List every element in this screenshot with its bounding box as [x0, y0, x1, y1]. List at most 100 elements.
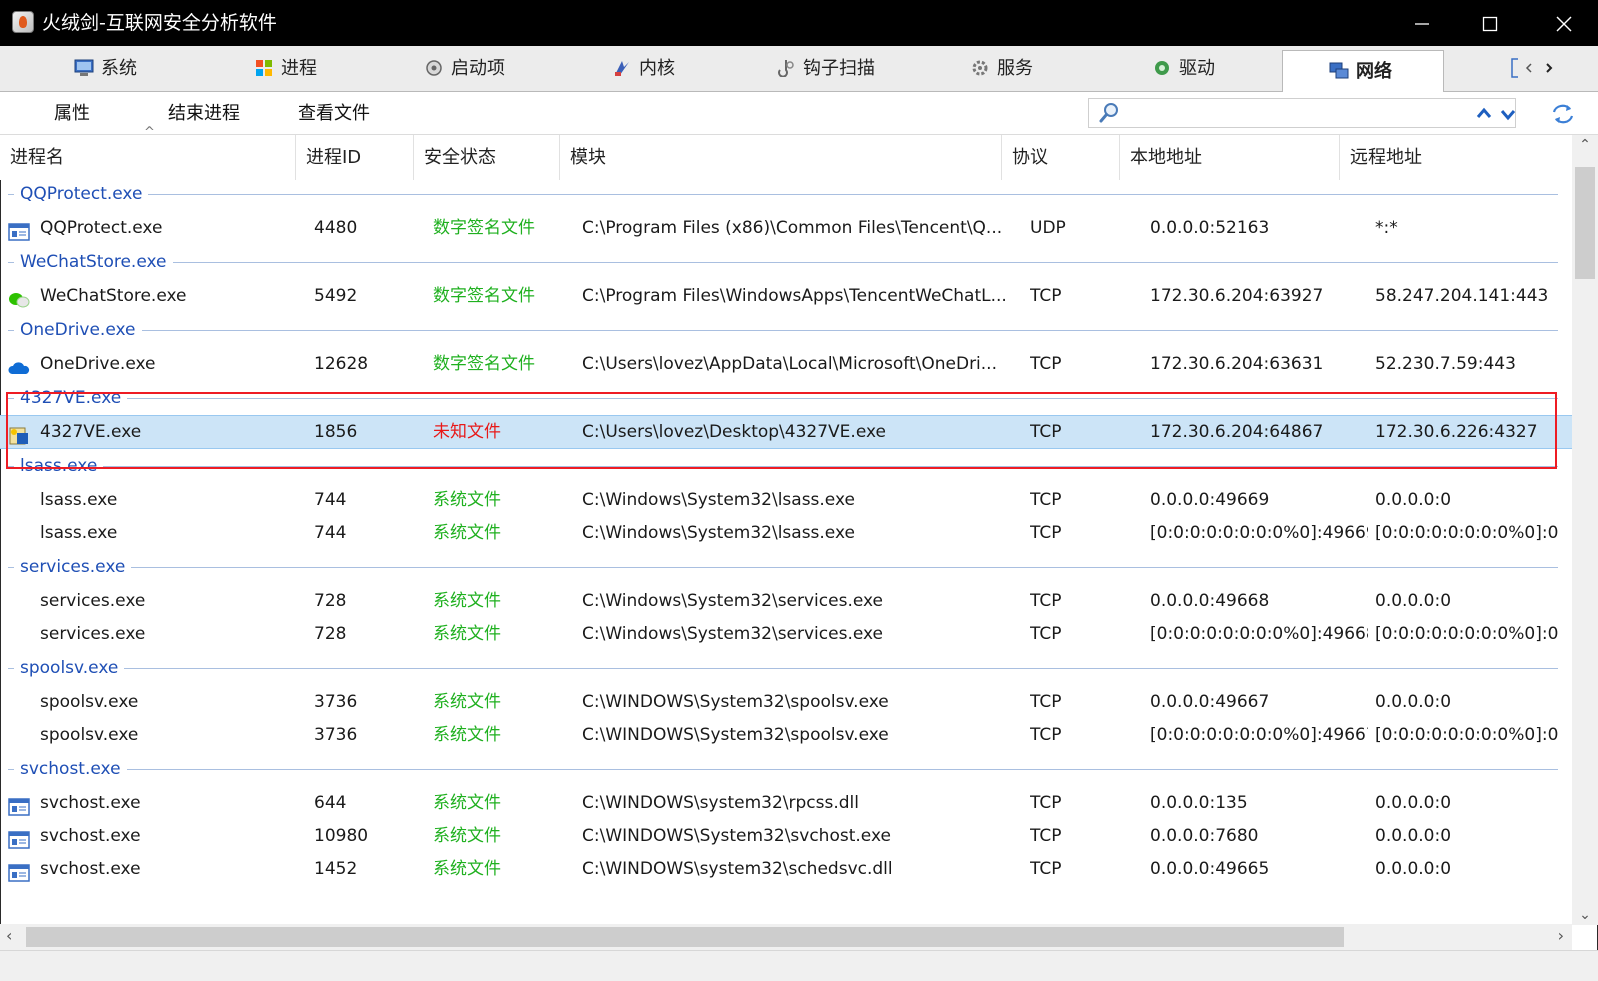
tab-scroll-right-button[interactable]: [1544, 57, 1554, 86]
group-label: QQProtect.exe: [14, 180, 149, 208]
column-header-process-name[interactable]: ^ 进程名: [0, 125, 296, 180]
cell-protocol: TCP: [1030, 354, 1062, 374]
column-header-remote-address[interactable]: 远程地址: [1340, 135, 1572, 180]
tab-drivers[interactable]: 驱动: [1152, 46, 1215, 92]
tab-system[interactable]: 系统: [74, 46, 137, 92]
search-next-button[interactable]: [1497, 103, 1519, 125]
main-tab-bar: 系统 进程 启动项 内核 钩子扫描 服务 驱动 网络: [0, 46, 1598, 92]
table-row[interactable]: lsass.exe 744 系统文件 C:\Windows\System32\lsas…: [0, 483, 1572, 517]
cell-protocol: TCP: [1030, 826, 1062, 846]
tab-label: 进程: [281, 58, 317, 79]
tab-startup[interactable]: 启动项: [424, 46, 505, 92]
close-button[interactable]: [1530, 0, 1598, 46]
cell-protocol: UDP: [1030, 218, 1066, 238]
group-header[interactable]: OneDrive.exe: [0, 316, 1572, 344]
group-header[interactable]: lsass.exe: [0, 452, 1572, 480]
tab-network[interactable]: 网络: [1282, 50, 1444, 92]
group-label: services.exe: [14, 553, 132, 581]
cell-local-address: 0.0.0.0:135: [1150, 793, 1248, 813]
tab-scroll-left-button[interactable]: [1524, 57, 1534, 86]
column-header-pid[interactable]: 进程ID: [296, 135, 414, 180]
search-prev-button[interactable]: [1473, 103, 1495, 125]
search-input[interactable]: [1127, 101, 1461, 127]
scroll-left-icon[interactable]: ‹: [6, 926, 12, 945]
service-icon: [972, 60, 988, 76]
process-icon: [256, 60, 272, 76]
cell-process-name: lsass.exe: [40, 523, 118, 543]
table-row[interactable]: lsass.exe 744 系统文件 C:\Windows\System32\lsas…: [0, 516, 1572, 550]
table-row[interactable]: svchost.exe 1452 系统文件 C:\WINDOWS\system32\s…: [0, 852, 1572, 886]
cell-process-name: svchost.exe: [40, 793, 141, 813]
tab-hook-scan[interactable]: 钩子扫描: [776, 46, 875, 92]
tab-label: 服务: [997, 58, 1033, 79]
cell-module: C:\Users\lovez\AppData\Local\Microsoft\O…: [582, 354, 997, 374]
startup-icon: [426, 60, 442, 76]
cell-module: C:\WINDOWS\System32\svchost.exe: [582, 826, 891, 846]
cell-process-name: lsass.exe: [40, 490, 118, 510]
cell-protocol: TCP: [1030, 692, 1062, 712]
table-row[interactable]: spoolsv.exe 3736 系统文件 C:\WINDOWS\System32\s…: [0, 685, 1572, 719]
cell-security-status: 数字签名文件: [433, 286, 535, 306]
cell-remote-address: 0.0.0.0:0: [1375, 692, 1452, 712]
column-header-security[interactable]: 安全状态: [414, 135, 560, 180]
scroll-right-icon[interactable]: ›: [1558, 926, 1564, 945]
horizontal-scroll-thumb[interactable]: [26, 927, 1344, 947]
cell-local-address: [0:0:0:0:0:0:0:0%0]:49667: [1150, 725, 1368, 745]
tab-label: 系统: [101, 58, 137, 79]
table-row[interactable]: svchost.exe 644 系统文件 C:\WINDOWS\system32\rp…: [0, 786, 1572, 820]
table-row[interactable]: services.exe 728 系统文件 C:\Windows\System32\s…: [0, 584, 1572, 618]
tab-services[interactable]: 服务: [970, 46, 1033, 92]
cell-security-status: 系统文件: [433, 591, 501, 611]
table-row-selected[interactable]: 4327VE.exe 1856 未知文件 C:\Users\lovez\Desktop…: [0, 415, 1572, 449]
driver-icon: [1155, 61, 1169, 75]
scroll-up-icon[interactable]: ⌃: [1572, 137, 1598, 153]
chevron-left-icon: [1525, 63, 1532, 73]
cell-module: C:\WINDOWS\System32\spoolsv.exe: [582, 725, 889, 745]
onedrive-cloud-icon: [8, 355, 30, 374]
cell-module: C:\Users\lovez\Desktop\4327VE.exe: [582, 422, 886, 442]
maximize-button[interactable]: [1456, 0, 1524, 46]
cell-security-status: 系统文件: [433, 523, 501, 543]
table-row[interactable]: OneDrive.exe 12628 数字签名文件 C:\Users\lovez\Ap…: [0, 347, 1572, 381]
cell-protocol: TCP: [1030, 591, 1062, 611]
window-app-icon: [8, 219, 30, 241]
table-row[interactable]: svchost.exe 10980 系统文件 C:\WINDOWS\System32\…: [0, 819, 1572, 853]
minimize-button[interactable]: [1388, 0, 1456, 46]
table-row[interactable]: WeChatStore.exe 5492 数字签名文件 C:\Program File…: [0, 279, 1572, 313]
horizontal-scrollbar[interactable]: ‹ ›: [0, 924, 1572, 950]
cell-pid: 728: [314, 624, 347, 644]
cell-local-address: 0.0.0.0:49665: [1150, 859, 1270, 879]
cell-process-name: 4327VE.exe: [40, 422, 142, 442]
window-title: 火绒剑-互联网安全分析软件: [42, 12, 277, 34]
group-header[interactable]: services.exe: [0, 553, 1572, 581]
cell-pid: 12628: [314, 354, 369, 374]
vertical-scroll-thumb[interactable]: [1575, 167, 1595, 279]
column-header-protocol[interactable]: 协议: [1002, 135, 1120, 180]
cell-remote-address: 172.30.6.226:4327: [1375, 422, 1538, 442]
group-header[interactable]: 4327VE.exe: [0, 384, 1572, 412]
view-file-button[interactable]: 查看文件: [298, 92, 370, 135]
group-header[interactable]: QQProtect.exe: [0, 180, 1572, 208]
scroll-down-icon[interactable]: ⌄: [1572, 907, 1598, 923]
table-row[interactable]: services.exe 728 系统文件 C:\Windows\System32\s…: [0, 617, 1572, 651]
refresh-icon[interactable]: [1550, 102, 1576, 126]
search-icon: [1099, 103, 1118, 123]
tab-kernel[interactable]: 内核: [612, 46, 675, 92]
properties-button[interactable]: 属性: [54, 92, 90, 135]
cell-local-address: 172.30.6.204:64867: [1150, 422, 1324, 442]
vertical-scrollbar[interactable]: ⌃ ⌄: [1572, 135, 1598, 925]
group-header[interactable]: svchost.exe: [0, 755, 1572, 783]
group-header[interactable]: WeChatStore.exe: [0, 248, 1572, 276]
cell-module: C:\Windows\System32\lsass.exe: [582, 490, 855, 510]
cell-security-status: 未知文件: [433, 422, 501, 442]
table-row[interactable]: spoolsv.exe 3736 系统文件 C:\WINDOWS\System32\s…: [0, 718, 1572, 752]
column-header-module[interactable]: 模块: [560, 135, 1002, 180]
tab-process[interactable]: 进程: [254, 46, 317, 92]
column-header-local-address[interactable]: 本地地址: [1120, 135, 1340, 180]
cell-protocol: TCP: [1030, 793, 1062, 813]
group-header[interactable]: spoolsv.exe: [0, 654, 1572, 682]
cell-pid: 1856: [314, 422, 358, 442]
cell-remote-address: 58.247.204.141:443: [1375, 286, 1549, 306]
table-row[interactable]: QQProtect.exe 4480 数字签名文件 C:\Program Files …: [0, 211, 1572, 245]
end-process-button[interactable]: 结束进程: [168, 92, 240, 135]
